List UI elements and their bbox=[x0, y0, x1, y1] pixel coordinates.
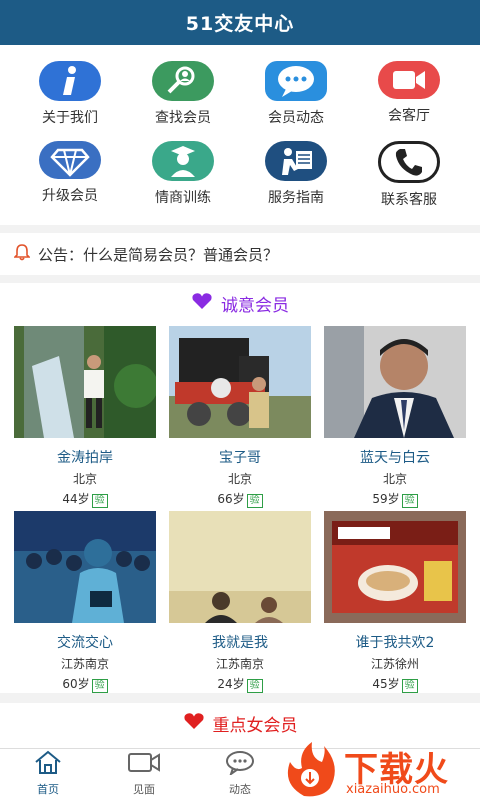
main-menu: 关于我们 查找会员 会员动态 会客厅 升级会员 情商训练 服务指南 联系客服 bbox=[0, 45, 480, 225]
phone-icon bbox=[378, 141, 440, 183]
member-name: 蓝天与白云 bbox=[360, 450, 430, 466]
member-city: 江苏徐州 bbox=[370, 657, 419, 671]
app-header: 51交友中心 bbox=[0, 0, 480, 45]
member-photo bbox=[14, 511, 156, 623]
menu-label: 联系客服 bbox=[381, 192, 437, 208]
member-age: 45岁 bbox=[372, 677, 400, 691]
section-title: 重点女会员 bbox=[212, 715, 298, 736]
menu-item-eq-training[interactable]: 情商训练 bbox=[127, 125, 239, 206]
verified-badge: 验 bbox=[246, 494, 263, 508]
menu-item-guide[interactable]: 服务指南 bbox=[240, 125, 352, 206]
section-header: 重点女会员 bbox=[0, 703, 480, 743]
member-age: 59岁 bbox=[372, 492, 400, 506]
section-title: 诚意会员 bbox=[221, 295, 289, 316]
member-age: 44岁 bbox=[62, 492, 90, 506]
menu-label: 情商训练 bbox=[155, 190, 211, 206]
page-title: 51交友中心 bbox=[185, 13, 295, 35]
member-city: 北京 bbox=[382, 472, 407, 486]
member-photo bbox=[324, 511, 466, 623]
heart-icon bbox=[183, 712, 205, 734]
member-age: 66岁 bbox=[217, 492, 245, 506]
diamond-icon bbox=[39, 141, 101, 179]
graduate-icon bbox=[152, 141, 214, 181]
member-photo bbox=[14, 326, 156, 438]
menu-label: 服务指南 bbox=[268, 190, 324, 206]
verified-badge: 验 bbox=[401, 494, 418, 508]
verified-badge: 验 bbox=[91, 494, 108, 508]
menu-label: 查找会员 bbox=[155, 110, 211, 126]
verified-badge: 验 bbox=[91, 679, 108, 693]
section-header: 诚意会员 bbox=[0, 283, 480, 323]
member-name: 谁于我共欢2 bbox=[355, 635, 435, 651]
menu-label: 关于我们 bbox=[42, 110, 98, 126]
menu-item-find-member[interactable]: 查找会员 bbox=[127, 45, 239, 126]
home-icon bbox=[33, 749, 63, 779]
watermark-url: xiazaihuo.com bbox=[346, 782, 440, 797]
info-icon bbox=[39, 61, 101, 101]
verified-badge: 验 bbox=[401, 679, 418, 693]
menu-label: 升级会员 bbox=[42, 188, 98, 204]
member-card[interactable]: 交流交心 江苏南京 60岁验 bbox=[14, 511, 156, 693]
reader-icon bbox=[265, 141, 327, 181]
announcement-text: 公告：什么是简易会员？普通会员？ bbox=[38, 245, 279, 264]
member-city: 北京 bbox=[72, 472, 97, 486]
sincere-members-section: 诚意会员 金涛拍岸 北京 44岁验 宝子哥 北京 66岁 验 蓝天与白云 北京 … bbox=[0, 283, 480, 693]
member-photo bbox=[169, 326, 311, 438]
member-name: 金涛拍岸 bbox=[57, 450, 113, 466]
video-camera-icon bbox=[378, 61, 440, 99]
tab-news[interactable]: 动态 bbox=[200, 749, 280, 800]
member-city: 江苏南京 bbox=[60, 657, 109, 671]
message-icon bbox=[224, 749, 256, 779]
chat-bubble-icon bbox=[265, 61, 327, 101]
member-photo bbox=[324, 326, 466, 438]
member-name: 宝子哥 bbox=[219, 450, 261, 466]
member-card[interactable]: 金涛拍岸 北京 44岁验 bbox=[14, 326, 156, 508]
tab-label: 动态 bbox=[229, 783, 251, 796]
member-card[interactable]: 蓝天与白云 北京 59岁验 bbox=[324, 326, 466, 508]
member-name: 交流交心 bbox=[57, 635, 113, 651]
member-age: 24岁 bbox=[217, 677, 245, 691]
member-city: 北京 bbox=[227, 472, 252, 486]
menu-item-about[interactable]: 关于我们 bbox=[14, 45, 126, 126]
search-user-icon bbox=[152, 61, 214, 101]
menu-label: 会客厅 bbox=[388, 108, 430, 124]
verified-badge: 验 bbox=[246, 679, 263, 693]
bell-icon bbox=[13, 243, 31, 265]
member-age: 60岁 bbox=[62, 677, 90, 691]
menu-item-member-news[interactable]: 会员动态 bbox=[240, 45, 352, 126]
menu-item-upgrade[interactable]: 升级会员 bbox=[14, 125, 126, 205]
menu-item-customer-service[interactable]: 联系客服 bbox=[353, 125, 465, 208]
video-icon bbox=[126, 749, 162, 779]
tab-meet[interactable]: 见面 bbox=[104, 749, 184, 800]
member-name: 我就是我 bbox=[212, 635, 268, 651]
announcement-bar[interactable]: 公告：什么是简易会员？普通会员？ bbox=[0, 233, 480, 275]
member-card[interactable]: 我就是我 江苏南京 24岁验 bbox=[169, 511, 311, 693]
menu-item-meeting-room[interactable]: 会客厅 bbox=[353, 45, 465, 125]
member-photo bbox=[169, 511, 311, 623]
member-city: 江苏南京 bbox=[215, 657, 264, 671]
tab-home[interactable]: 首页 bbox=[8, 749, 88, 800]
menu-label: 会员动态 bbox=[268, 110, 324, 126]
heart-icon bbox=[191, 292, 213, 314]
tab-label: 见面 bbox=[133, 783, 155, 796]
member-card[interactable]: 谁于我共欢2 江苏徐州 45岁验 bbox=[324, 511, 466, 693]
member-card[interactable]: 宝子哥 北京 66岁验 bbox=[169, 326, 311, 508]
watermark-logo: 下载火 xiazaihuo.com bbox=[280, 738, 480, 800]
tab-label: 首页 bbox=[37, 783, 59, 796]
